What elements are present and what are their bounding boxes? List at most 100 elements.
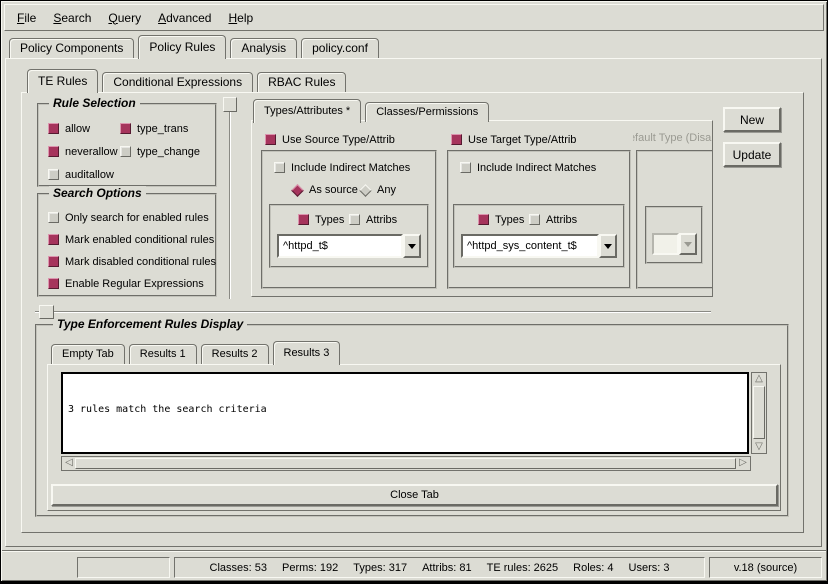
tab-empty[interactable]: Empty Tab	[51, 344, 125, 364]
new-button[interactable]: New	[723, 107, 781, 132]
default-type-combobox	[652, 233, 697, 255]
results-text-area[interactable]: 3 rules match the search criteria (5822)…	[61, 372, 749, 454]
scroll-right-icon[interactable]: ▷	[737, 458, 749, 468]
checkbox-target-types-indicator	[478, 214, 489, 225]
checkbox-source-attribs[interactable]: Attribs	[349, 213, 397, 226]
status-bar: Classes: 53 Perms: 192 Types: 317 Attrib…	[2, 550, 826, 582]
update-button[interactable]: Update	[723, 142, 781, 167]
tab-rbac-rules[interactable]: RBAC Rules	[257, 72, 346, 92]
checkbox-source-types[interactable]: Types	[298, 213, 344, 226]
checkbox-type-trans-indicator	[120, 123, 131, 134]
policy-version: v.18 (source)	[734, 562, 797, 574]
checkbox-target-attribs[interactable]: Attribs	[529, 213, 577, 226]
menu-help[interactable]: Help	[228, 11, 253, 25]
checkbox-neverallow-indicator	[48, 146, 59, 157]
checkbox-allow[interactable]: allow	[48, 122, 90, 135]
stat-roles: Roles: 4	[573, 562, 613, 574]
checkbox-type-change-indicator	[120, 146, 131, 157]
checkbox-target-attribs-indicator	[529, 214, 540, 225]
default-type-group: Default Type (Disabled)	[633, 124, 712, 296]
source-type-entry[interactable]: ^httpd_t$	[277, 234, 403, 258]
tab-results-2[interactable]: Results 2	[201, 344, 269, 364]
radio-as-source[interactable]: As source	[293, 183, 358, 197]
te-tab-bar: TE Rules Conditional Expressions RBAC Ru…	[27, 69, 346, 92]
stat-classes: Classes: 53	[210, 562, 267, 574]
tab-types-attributes[interactable]: Types/Attributes *	[253, 99, 361, 123]
stat-attribs: Attribs: 81	[422, 562, 472, 574]
checkbox-auditallow[interactable]: auditallow	[48, 168, 114, 181]
target-type-entry[interactable]: ^httpd_sys_content_t$	[461, 234, 599, 258]
checkbox-only-enabled-indicator	[48, 212, 59, 223]
menu-query[interactable]: Query	[108, 11, 141, 25]
te-rules-display-title: Type Enforcement Rules Display	[53, 317, 247, 331]
checkbox-source-indirect[interactable]: Include Indirect Matches	[274, 161, 410, 174]
checkbox-source-attribs-indicator	[349, 214, 360, 225]
results-vertical-scrollbar-thumb[interactable]	[753, 386, 765, 439]
checkbox-enable-regex[interactable]: Enable Regular Expressions	[48, 277, 204, 290]
menu-advanced[interactable]: Advanced	[158, 11, 211, 25]
checkbox-only-enabled-rules[interactable]: Only search for enabled rules	[48, 211, 209, 224]
source-type-combobox: ^httpd_t$	[277, 234, 421, 258]
checkbox-use-target-indicator	[451, 134, 462, 145]
criteria-horizontal-scrollbar-thumb[interactable]	[39, 305, 54, 319]
scroll-down-icon[interactable]: ▽	[752, 442, 766, 452]
menu-file[interactable]: File	[17, 11, 36, 25]
checkbox-mark-enabled-conditional[interactable]: Mark enabled conditional rules	[48, 233, 214, 246]
target-type-combobox: ^httpd_sys_content_t$	[461, 234, 617, 258]
checkbox-neverallow[interactable]: neverallow	[48, 145, 118, 158]
close-tab-button[interactable]: Close Tab	[51, 484, 778, 506]
results-tab-bar: Empty Tab Results 1 Results 2 Results 3	[51, 341, 340, 364]
results-vertical-scrollbar[interactable]: △ ▽	[751, 372, 767, 454]
radio-any[interactable]: Any	[361, 183, 396, 197]
checkbox-target-indirect[interactable]: Include Indirect Matches	[460, 161, 596, 174]
tab-results-1[interactable]: Results 1	[129, 344, 197, 364]
chevron-down-icon	[604, 244, 612, 249]
scroll-up-icon[interactable]: △	[752, 374, 766, 384]
tab-classes-permissions[interactable]: Classes/Permissions	[365, 102, 489, 122]
checkbox-source-types-indicator	[298, 214, 309, 225]
checkbox-target-types[interactable]: Types	[478, 213, 524, 226]
checkbox-use-source-indicator	[265, 134, 276, 145]
tab-policy-rules[interactable]: Policy Rules	[138, 35, 226, 59]
left-panel-vertical-scrollbar-thumb[interactable]	[223, 97, 237, 112]
results-horizontal-scrollbar[interactable]: ◁ ▷	[61, 456, 751, 471]
scroll-left-icon[interactable]: ◁	[63, 458, 75, 468]
stat-types: Types: 317	[353, 562, 407, 574]
checkbox-target-indirect-indicator	[460, 162, 471, 173]
checkbox-auditallow-indicator	[48, 169, 59, 180]
left-panel-vertical-scrollbar[interactable]	[229, 97, 231, 299]
default-type-entry	[652, 233, 679, 255]
source-type-dropdown-button[interactable]	[403, 234, 421, 258]
checkbox-mark-disabled-indicator	[48, 256, 59, 267]
target-type-dropdown-button[interactable]	[599, 234, 617, 258]
status-stats-cell: Classes: 53 Perms: 192 Types: 317 Attrib…	[174, 557, 705, 578]
tab-results-3[interactable]: Results 3	[273, 341, 341, 365]
checkbox-type-trans[interactable]: type_trans	[120, 122, 188, 135]
tab-te-rules[interactable]: TE Rules	[27, 69, 98, 93]
criteria-horizontal-scrollbar[interactable]	[35, 311, 711, 313]
tab-conditional-expressions[interactable]: Conditional Expressions	[102, 72, 253, 92]
radio-as-source-indicator	[291, 184, 304, 197]
tab-policy-conf[interactable]: policy.conf	[301, 38, 379, 58]
checkbox-allow-indicator	[48, 123, 59, 134]
tab-policy-components[interactable]: Policy Components	[9, 38, 134, 58]
search-options-title: Search Options	[49, 186, 146, 200]
radio-any-indicator	[359, 184, 372, 197]
tab-analysis[interactable]: Analysis	[230, 38, 297, 58]
main-tab-bar: Policy Components Policy Rules Analysis …	[9, 35, 379, 58]
chevron-down-icon	[684, 242, 692, 247]
stat-te-rules: TE rules: 2625	[487, 562, 559, 574]
stat-perms: Perms: 192	[282, 562, 338, 574]
checkbox-mark-disabled-conditional[interactable]: Mark disabled conditional rules	[48, 255, 216, 268]
types-attributes-tab-bar: Types/Attributes * Classes/Permissions	[253, 99, 489, 122]
results-summary: 3 rules match the search criteria	[68, 403, 742, 416]
checkbox-type-change[interactable]: type_change	[120, 145, 200, 158]
checkbox-enable-regex-indicator	[48, 278, 59, 289]
menu-search[interactable]: Search	[53, 11, 91, 25]
checkbox-use-source-type[interactable]: Use Source Type/Attrib	[265, 133, 395, 146]
status-version-cell: v.18 (source)	[709, 557, 822, 578]
results-horizontal-scrollbar-thumb[interactable]	[75, 458, 736, 469]
checkbox-source-indirect-indicator	[274, 162, 285, 173]
rule-selection-title: Rule Selection	[49, 96, 140, 110]
checkbox-use-target-type[interactable]: Use Target Type/Attrib	[451, 133, 576, 146]
